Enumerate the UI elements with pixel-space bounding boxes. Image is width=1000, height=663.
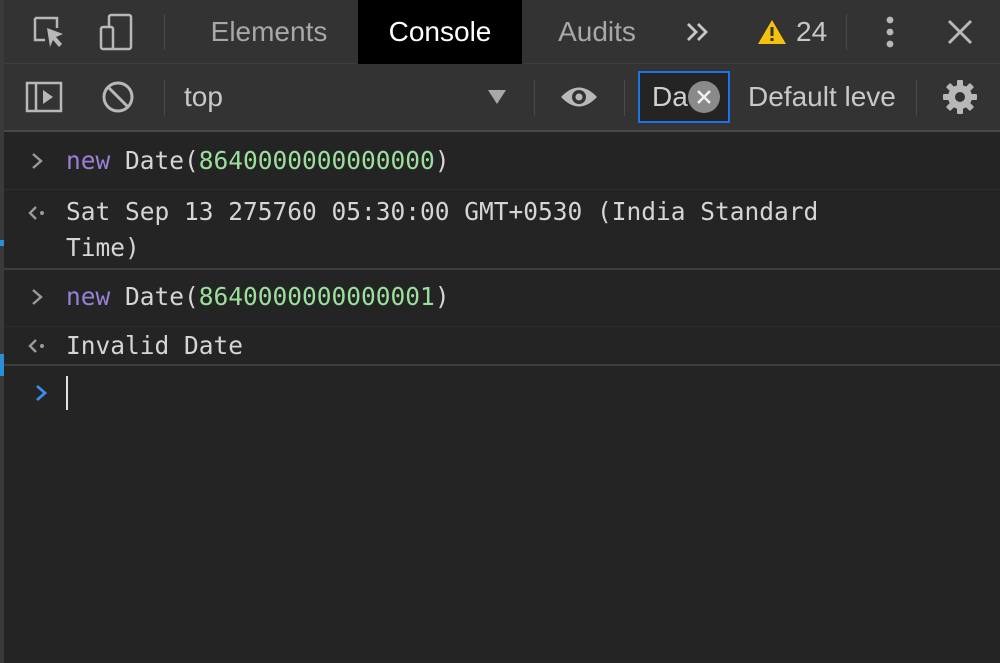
more-options-kebab-icon[interactable] <box>870 0 910 64</box>
warning-icon[interactable] <box>756 0 788 64</box>
console-result-message: Invalid Date <box>4 326 1000 366</box>
code-number-argument: 8640000000000001 <box>198 282 435 311</box>
console-settings-gear-icon[interactable] <box>938 64 982 130</box>
code-number-argument: 8640000000000000 <box>198 146 435 175</box>
inspect-element-icon[interactable] <box>24 0 74 64</box>
live-expression-eye-icon[interactable] <box>554 64 604 130</box>
device-toolbar-icon[interactable] <box>92 0 142 64</box>
code-call: Date( <box>125 146 199 175</box>
result-text-line-1: Sat Sep 13 275760 05:30:00 GMT+0530 (Ind… <box>66 197 819 226</box>
more-tabs-chevron-icon[interactable] <box>674 0 722 64</box>
devtools-tabbar: Elements Console Audits 24 <box>4 0 1000 64</box>
tab-elements-label: Elements <box>210 16 328 47</box>
show-sidebar-icon[interactable] <box>22 64 66 130</box>
toolbar-separator <box>624 80 625 116</box>
toolbar-separator <box>534 80 535 116</box>
left-edge-marker <box>0 354 4 376</box>
console-toolbar: top Da Default levels <box>4 64 1000 132</box>
tab-audits[interactable]: Audits <box>538 0 656 64</box>
devtools-window: Elements Console Audits 24 top Da Defaul… <box>0 0 1000 663</box>
toolbar-separator <box>916 80 917 116</box>
text-cursor <box>66 376 68 410</box>
context-selector-value: top <box>184 81 223 112</box>
prompt-chevron-icon <box>26 380 56 406</box>
clear-filter-icon[interactable] <box>688 81 720 113</box>
result-text-line-2: Time) <box>66 233 140 262</box>
console-code-line: new Date(8640000000000000) <box>66 143 450 179</box>
console-output[interactable]: new Date(8640000000000000) Sat Sep 13 27… <box>0 132 1000 663</box>
tab-console[interactable]: Console <box>358 0 522 64</box>
result-text-line-1: Invalid Date <box>66 331 244 360</box>
result-arrow-icon <box>22 196 52 230</box>
warning-count[interactable]: 24 <box>796 0 827 64</box>
filter-input-value: Da <box>652 81 688 112</box>
dropdown-arrow-icon <box>488 90 506 104</box>
close-devtools-icon[interactable] <box>938 0 982 64</box>
tab-elements[interactable]: Elements <box>194 0 344 64</box>
input-chevron-icon <box>22 280 52 314</box>
context-selector[interactable]: top <box>174 64 514 130</box>
result-arrow-icon <box>22 329 52 363</box>
console-input-message: new Date(8640000000000000) <box>4 132 1000 189</box>
tabbar-separator <box>846 14 847 50</box>
input-chevron-icon <box>22 144 52 178</box>
console-prompt[interactable] <box>4 366 1000 426</box>
code-keyword: new <box>66 146 111 175</box>
tabbar-separator <box>164 14 165 50</box>
code-close-paren: ) <box>434 146 450 175</box>
toolbar-separator <box>164 80 165 116</box>
left-edge-marker <box>0 240 4 246</box>
tab-audits-label: Audits <box>558 16 636 47</box>
console-result-message: Sat Sep 13 275760 05:30:00 GMT+0530 (Ind… <box>4 189 1000 270</box>
clear-console-icon[interactable] <box>96 64 140 130</box>
console-code-line: new Date(8640000000000001) <box>66 279 450 315</box>
filter-input[interactable]: Da <box>638 71 730 123</box>
code-keyword: new <box>66 282 111 311</box>
code-close-paren: ) <box>434 282 450 311</box>
console-input-message: new Date(8640000000000001) <box>4 270 1000 326</box>
log-levels-dropdown[interactable]: Default levels <box>748 64 896 130</box>
tab-console-label: Console <box>388 16 492 47</box>
log-levels-label: Default levels <box>748 81 896 112</box>
code-call: Date( <box>125 282 199 311</box>
